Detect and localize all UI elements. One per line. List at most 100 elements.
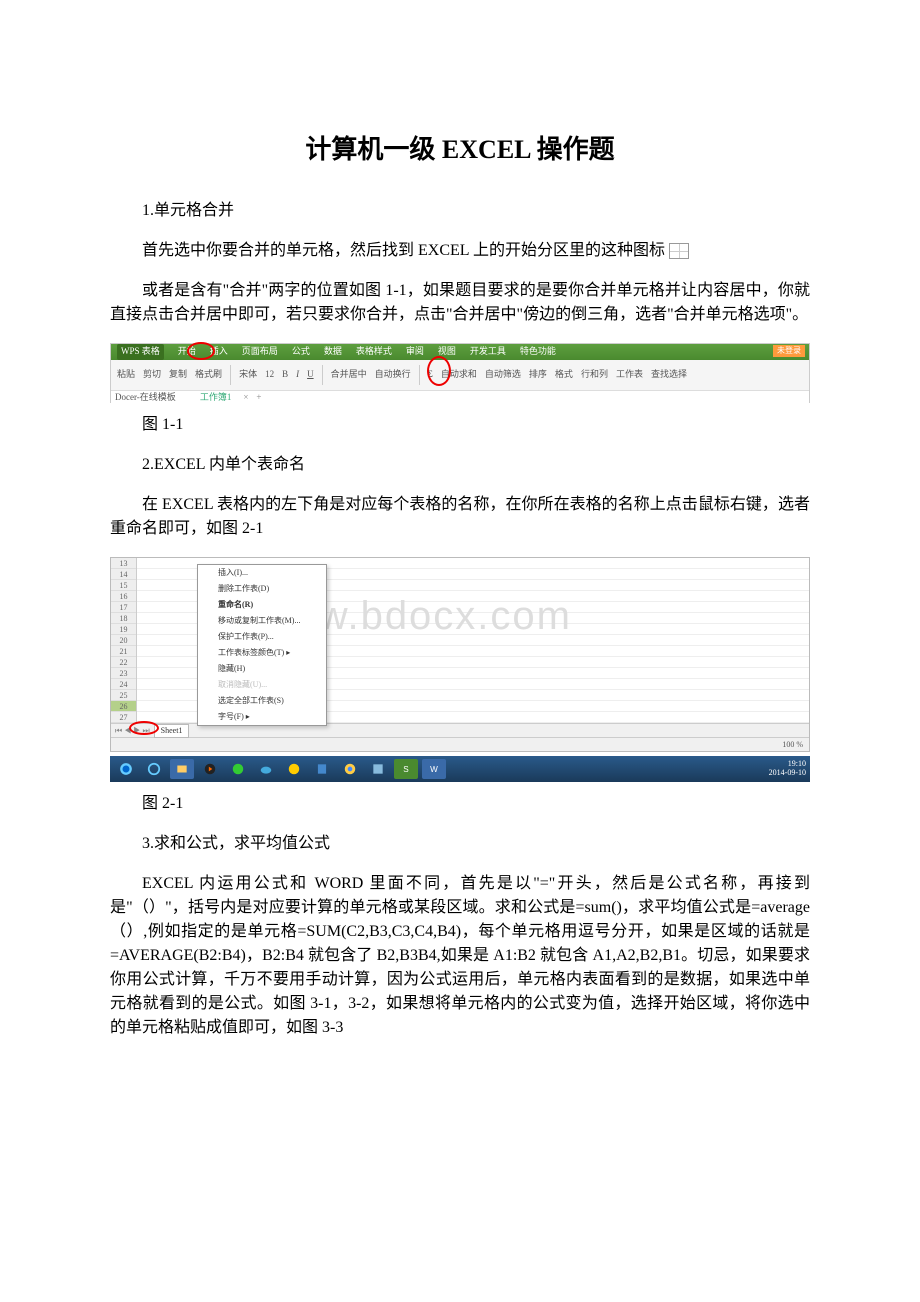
divider — [419, 365, 420, 385]
format-label[interactable]: 格式 — [555, 368, 573, 382]
figure-2-1: 131415161718192021222324252627 www.bdocx… — [110, 557, 810, 752]
row-header[interactable]: 23 — [111, 668, 136, 679]
wrap-button[interactable]: 自动换行 — [375, 368, 411, 382]
section2-heading: 2.EXCEL 内单个表命名 — [110, 453, 810, 477]
writer-icon[interactable] — [310, 759, 334, 779]
row-header[interactable]: 26 — [111, 701, 136, 712]
app-icon-1[interactable] — [226, 759, 250, 779]
format-brush-button[interactable]: 格式刷 — [195, 368, 222, 382]
cut-button[interactable]: 剪切 — [143, 368, 161, 382]
figure-2-1-caption: 图 2-1 — [110, 792, 810, 816]
start-button[interactable] — [114, 759, 138, 779]
row-header[interactable]: 27 — [111, 712, 136, 723]
workbook-tab[interactable]: 工作簿1 — [200, 391, 232, 405]
explorer-icon[interactable] — [170, 759, 194, 779]
tab-layout[interactable]: 页面布局 — [242, 345, 278, 359]
status-bar: 100 % — [111, 737, 809, 751]
menu-item[interactable]: 字号(F) ▸ — [198, 709, 326, 725]
section3-heading: 3.求和公式，求平均值公式 — [110, 832, 810, 856]
row-header[interactable]: 17 — [111, 602, 136, 613]
row-header[interactable]: 13 — [111, 558, 136, 569]
row-header[interactable]: 20 — [111, 635, 136, 646]
menu-item[interactable]: 隐藏(H) — [198, 661, 326, 677]
row-header[interactable]: 22 — [111, 657, 136, 668]
copy-button[interactable]: 复制 — [169, 368, 187, 382]
row-header[interactable]: 18 — [111, 613, 136, 624]
menu-item: 取消隐藏(U)... — [198, 677, 326, 693]
merge-center-button[interactable]: 合并居中 — [331, 368, 367, 382]
divider — [230, 365, 231, 385]
tab-data[interactable]: 数据 — [324, 345, 342, 359]
figure-1-1-caption: 图 1-1 — [110, 413, 810, 437]
italic-button[interactable]: I — [296, 368, 299, 382]
menu-item[interactable]: 保护工作表(P)... — [198, 629, 326, 645]
app-badge: WPS 表格 — [117, 344, 164, 360]
add-tab-icon[interactable]: + — [256, 391, 261, 405]
highlight-merge-button — [427, 356, 451, 386]
figure-1-1: WPS 表格 开始 插入 页面布局 公式 数据 表格样式 审阅 视图 开发工具 … — [110, 343, 810, 403]
merge-cells-icon — [669, 243, 689, 259]
section1-heading: 1.单元格合并 — [110, 199, 810, 223]
wps-w-icon[interactable]: W — [422, 759, 446, 779]
docer-label[interactable]: Docer-在线模板 — [115, 391, 176, 405]
ie-icon[interactable] — [142, 759, 166, 779]
row-header[interactable]: 16 — [111, 591, 136, 602]
section1-p2: 或者是含有"合并"两字的位置如图 1-1，如果题目要求的是要你合并单元格并让内容… — [110, 279, 810, 327]
row-header[interactable]: 24 — [111, 679, 136, 690]
svg-text:S: S — [403, 765, 409, 774]
tab-tablestyle[interactable]: 表格样式 — [356, 345, 392, 359]
section1-p1: 首先选中你要合并的单元格，然后找到 EXCEL 上的开始分区里的这种图标 — [110, 239, 810, 263]
section1-p1-text: 首先选中你要合并的单元格，然后找到 EXCEL 上的开始分区里的这种图标 — [142, 242, 665, 259]
find-label[interactable]: 查找选择 — [651, 368, 687, 382]
ribbon-tabs: WPS 表格 开始 插入 页面布局 公式 数据 表格样式 审阅 视图 开发工具 … — [111, 344, 809, 360]
row-header[interactable]: 21 — [111, 646, 136, 657]
app-icon-2[interactable] — [282, 759, 306, 779]
paste-button[interactable]: 粘贴 — [117, 368, 135, 382]
menu-item[interactable]: 工作表标签颜色(T) ▸ — [198, 645, 326, 661]
login-badge[interactable]: 未登录 — [773, 345, 805, 357]
bold-button[interactable]: B — [282, 368, 288, 382]
menu-item[interactable]: 插入(I)... — [198, 565, 326, 581]
ribbon-toolbar: 粘贴 剪切 复制 格式刷 宋体 12 B I U 合并居中 自动换行 Σ 自动求… — [111, 360, 809, 390]
row-header[interactable]: 25 — [111, 690, 136, 701]
row-header[interactable]: 15 — [111, 580, 136, 591]
rowcol-label[interactable]: 行和列 — [581, 368, 608, 382]
clock-date: 2014-09-10 — [769, 769, 806, 778]
font-name[interactable]: 宋体 — [239, 368, 257, 382]
section3-p1: EXCEL 内运用公式和 WORD 里面不同，首先是以"="开头，然后是公式名称… — [110, 872, 810, 1040]
highlight-start-tab — [187, 342, 215, 360]
tab-dev[interactable]: 开发工具 — [470, 345, 506, 359]
divider — [322, 365, 323, 385]
chrome-icon[interactable] — [338, 759, 362, 779]
cloud-icon[interactable] — [254, 759, 278, 779]
tab-special[interactable]: 特色功能 — [520, 345, 556, 359]
sheet-tab[interactable]: Sheet1 — [154, 724, 190, 738]
menu-item[interactable]: 移动或复制工作表(M)... — [198, 613, 326, 629]
taskbar: S W 19:10 2014-09-10 — [110, 756, 810, 782]
menu-item[interactable]: 选定全部工作表(S) — [198, 693, 326, 709]
menu-item[interactable]: 重命名(R) — [198, 597, 326, 613]
row-header[interactable]: 19 — [111, 624, 136, 635]
app-icon-3[interactable] — [366, 759, 390, 779]
tab-review[interactable]: 审阅 — [406, 345, 424, 359]
zoom-level[interactable]: 100 % — [782, 740, 803, 749]
row-header[interactable]: 14 — [111, 569, 136, 580]
wps-s-icon[interactable]: S — [394, 759, 418, 779]
ribbon-docs-bar: Docer-在线模板 工作簿1 × + — [111, 390, 809, 404]
media-icon[interactable] — [198, 759, 222, 779]
sort-label[interactable]: 排序 — [529, 368, 547, 382]
cells-area: www.bdocx.com 插入(I)...删除工作表(D)重命名(R)移动或复… — [137, 558, 809, 723]
taskbar-clock: 19:10 2014-09-10 — [769, 760, 806, 778]
autofilter-label[interactable]: 自动筛选 — [485, 368, 521, 382]
highlight-sheet-tab — [129, 721, 159, 735]
worksheet-label[interactable]: 工作表 — [616, 368, 643, 382]
svg-text:W: W — [430, 765, 438, 774]
section2-p1: 在 EXCEL 表格内的左下角是对应每个表格的名称，在你所在表格的名称上点击鼠标… — [110, 493, 810, 541]
context-menu: 插入(I)...删除工作表(D)重命名(R)移动或复制工作表(M)...保护工作… — [197, 564, 327, 726]
menu-item[interactable]: 删除工作表(D) — [198, 581, 326, 597]
close-icon[interactable]: × — [243, 391, 248, 405]
tab-formula[interactable]: 公式 — [292, 345, 310, 359]
row-headers: 131415161718192021222324252627 — [111, 558, 137, 723]
font-size[interactable]: 12 — [265, 368, 274, 382]
underline-button[interactable]: U — [307, 368, 314, 382]
